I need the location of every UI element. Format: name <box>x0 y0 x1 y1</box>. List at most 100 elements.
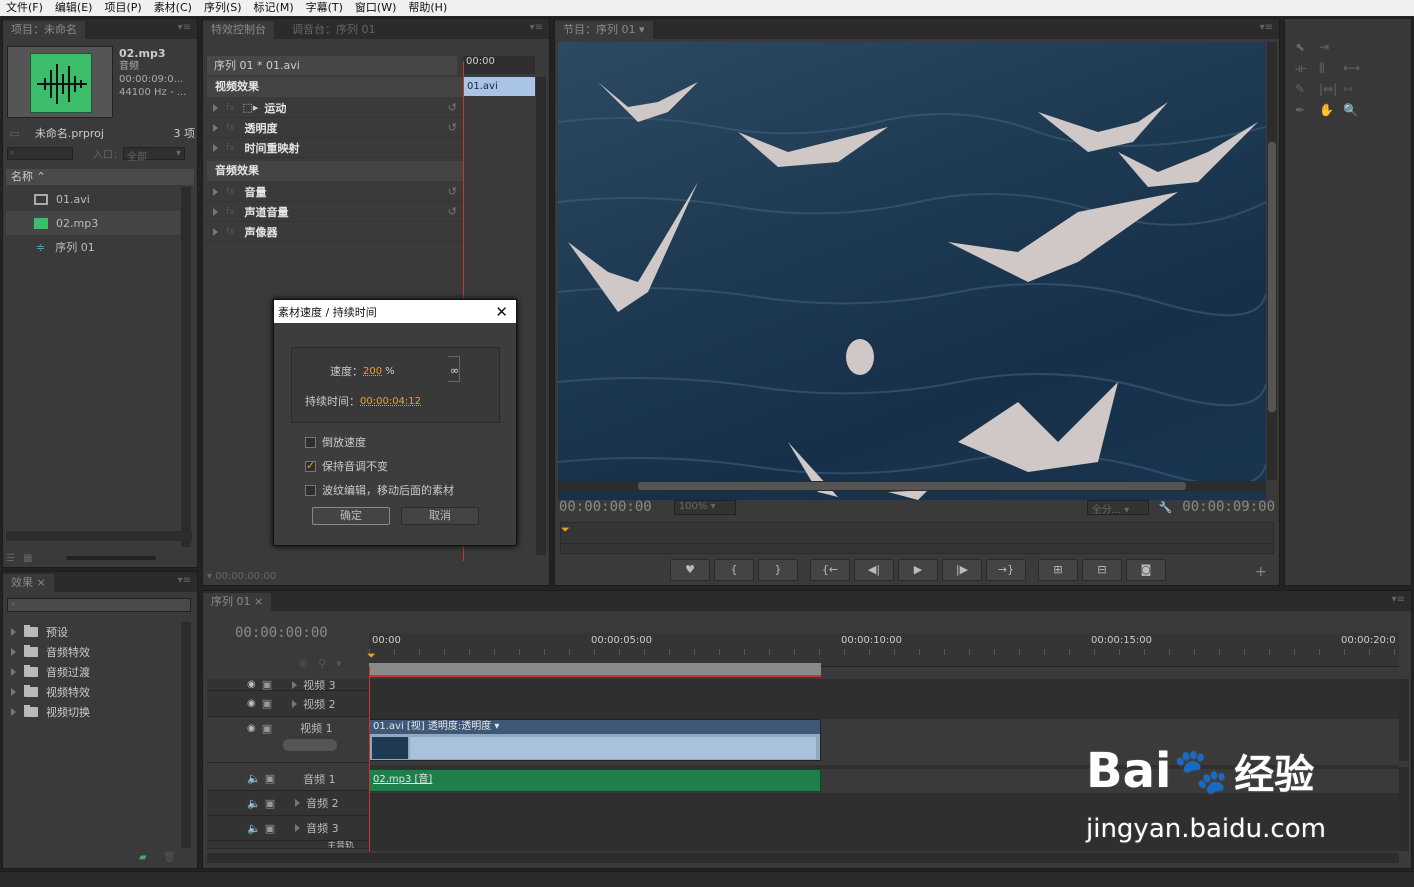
speaker-icon[interactable]: 🔈 <box>247 822 261 835</box>
add-marker-button[interactable]: ♥ <box>670 559 710 581</box>
keyframe-nav[interactable] <box>283 739 337 751</box>
monitor-timeruler[interactable]: ⏷ <box>560 522 1275 554</box>
close-icon[interactable]: ✕ <box>495 303 508 321</box>
menu-title[interactable]: 字幕(T) <box>300 0 349 16</box>
marker-icon[interactable]: ▾ <box>336 657 342 670</box>
cancel-button[interactable]: 取消 <box>401 507 479 525</box>
list-item[interactable]: ≑ 序列 01 <box>6 235 180 259</box>
reset-icon[interactable]: ↺ <box>448 121 457 134</box>
mini-ruler[interactable]: 00:00 <box>463 56 535 74</box>
track-header-video1[interactable]: ◉ ▣ 视频 1 <box>207 717 369 763</box>
icon-view-icon[interactable]: ▦ <box>23 553 32 564</box>
slide-tool-icon[interactable]: ⇿ <box>1343 79 1365 100</box>
effect-scrollbar[interactable] <box>536 77 546 555</box>
effect-row-time-remap[interactable]: fx 时间重映射 <box>207 138 463 158</box>
tab-audio-mixer[interactable]: 调音台：序列 01 <box>284 21 384 39</box>
track-lock-icon[interactable]: ▣ <box>265 797 275 810</box>
folder-item[interactable]: 视频特效 <box>7 682 179 702</box>
effect-row-volume[interactable]: fx 音量 ↺ <box>207 182 463 202</box>
razor-tool-icon[interactable]: ✎ <box>1295 79 1319 100</box>
track-lock-icon[interactable]: ▣ <box>265 822 275 835</box>
panel-menu-icon[interactable]: ▾≡ <box>530 22 543 33</box>
timeline-ruler[interactable]: 00:00 00:00:05:00 00:00:10:00 00:00:15:0… <box>367 633 1399 677</box>
effect-row-motion[interactable]: fx ⬚▸ 运动 ↺ <box>207 98 463 118</box>
eye-icon[interactable]: ◉ <box>247 723 256 734</box>
eye-icon[interactable]: ◉ <box>247 698 256 709</box>
track-lock-icon[interactable]: ▣ <box>262 722 272 735</box>
folder-item[interactable]: 视频切换 <box>7 702 179 722</box>
project-scrollbar[interactable] <box>181 187 191 547</box>
menu-window[interactable]: 窗口(W) <box>349 0 402 16</box>
mark-in-button[interactable]: { <box>714 559 754 581</box>
playhead-marker[interactable]: ⏷ <box>561 523 570 537</box>
panel-menu-icon[interactable]: ▾≡ <box>1392 594 1405 605</box>
zoom-tool-icon[interactable]: 🔍 <box>1343 100 1365 121</box>
export-frame-button[interactable]: ◙ <box>1126 559 1166 581</box>
playhead-marker[interactable]: ⏷ <box>367 649 376 663</box>
effect-row-panner[interactable]: fx 声像器 <box>207 222 463 242</box>
panel-menu-icon[interactable]: ▾≡ <box>1260 22 1273 33</box>
tab-sequence[interactable]: 序列 01 × <box>203 593 272 611</box>
extract-button[interactable]: ⊟ <box>1082 559 1122 581</box>
track-select-tool-icon[interactable]: ⇥ <box>1319 37 1343 58</box>
reset-icon[interactable]: ↺ <box>448 101 457 114</box>
monitor-hscroll[interactable] <box>558 481 1266 491</box>
effects-search-input[interactable]: ⌕ <box>7 598 191 612</box>
play-button[interactable]: ▶ <box>898 559 938 581</box>
effect-row-opacity[interactable]: fx 透明度 ↺ <box>207 118 463 138</box>
ripple-checkbox[interactable] <box>305 484 316 496</box>
rate-stretch-tool-icon[interactable]: ⟷ <box>1343 58 1365 79</box>
chain-link-icon[interactable]: ∞ <box>450 364 459 377</box>
reverse-checkbox[interactable] <box>305 436 316 448</box>
panel-menu-icon[interactable]: ▾≡ <box>178 22 191 33</box>
track-header-master[interactable]: 主音轨 <box>207 841 369 849</box>
list-item[interactable]: 02.mp3 <box>6 211 180 235</box>
effect-row-channel-volume[interactable]: fx 声道音量 ↺ <box>207 202 463 222</box>
menu-sequence[interactable]: 序列(S) <box>198 0 248 16</box>
monitor-vscroll[interactable] <box>1267 42 1277 480</box>
track-header-audio3[interactable]: 🔈 ▣ 音频 3 <box>207 816 369 841</box>
eye-icon[interactable]: ◉ <box>247 679 256 690</box>
step-forward-button[interactable]: |▶ <box>942 559 982 581</box>
track-lock-icon[interactable]: ▣ <box>262 697 272 710</box>
name-column-header[interactable]: 名称 ⌃ <box>6 169 194 185</box>
track-header-audio1[interactable]: 🔈 ▣ 音频 1 <box>207 767 369 791</box>
hand-tool-icon[interactable]: ✋ <box>1319 100 1343 121</box>
video-clip[interactable]: 01.avi [视] 透明度:透明度 ▾ <box>369 719 821 761</box>
menu-edit[interactable]: 编辑(E) <box>49 0 99 16</box>
duration-input[interactable]: 00:00:04:12 <box>360 396 421 407</box>
list-view-icon[interactable]: ☰ <box>6 553 15 564</box>
entry-select[interactable]: 全部 ▾ <box>123 146 185 163</box>
timeline-timecode[interactable]: 00:00:00:00 <box>235 625 328 641</box>
effects-scrollbar[interactable] <box>181 622 191 848</box>
maintain-pitch-checkbox[interactable] <box>305 459 316 472</box>
tab-effects[interactable]: 效果 × <box>3 574 54 592</box>
link-icon[interactable]: ⚲ <box>318 657 326 670</box>
slip-tool-icon[interactable]: |↔| <box>1319 79 1343 100</box>
step-back-button[interactable]: ◀| <box>854 559 894 581</box>
mini-clip-bar[interactable]: 01.avi <box>463 77 535 96</box>
menu-clip[interactable]: 素材(C) <box>148 0 198 16</box>
program-current-time[interactable]: 00:00:00:00 <box>559 499 652 515</box>
track-header-video3[interactable]: ◉ ▣ 视频 3 <box>207 679 369 691</box>
ok-button[interactable]: 确定 <box>312 507 390 525</box>
work-area-bar[interactable] <box>369 663 821 677</box>
track-lock-icon[interactable]: ▣ <box>262 679 272 690</box>
mark-out-button[interactable]: } <box>758 559 798 581</box>
menu-marker[interactable]: 标记(M) <box>248 0 300 16</box>
track-lock-icon[interactable]: ▣ <box>265 772 275 785</box>
speed-input[interactable]: 200 <box>363 366 382 377</box>
menu-help[interactable]: 帮助(H) <box>402 0 453 16</box>
snap-icon[interactable]: ⊛ <box>299 657 308 670</box>
search-input[interactable]: ⌕ <box>7 146 73 160</box>
rolling-tool-icon[interactable]: ⫼ <box>1319 58 1343 79</box>
tab-effect-controls[interactable]: 特效控制台 <box>203 21 274 39</box>
wrench-icon[interactable]: 🔧 <box>1159 501 1173 514</box>
ripple-tool-icon[interactable]: ⟛ <box>1295 58 1319 79</box>
delete-icon[interactable]: 🗑 <box>163 852 176 863</box>
resolution-select[interactable]: 全分... ▾ <box>1086 499 1149 516</box>
goto-in-button[interactable]: {← <box>810 559 850 581</box>
zoom-select[interactable]: 100% ▾ <box>673 499 736 515</box>
folder-item[interactable]: 音频特效 <box>7 642 179 662</box>
speaker-icon[interactable]: 🔈 <box>247 797 261 810</box>
